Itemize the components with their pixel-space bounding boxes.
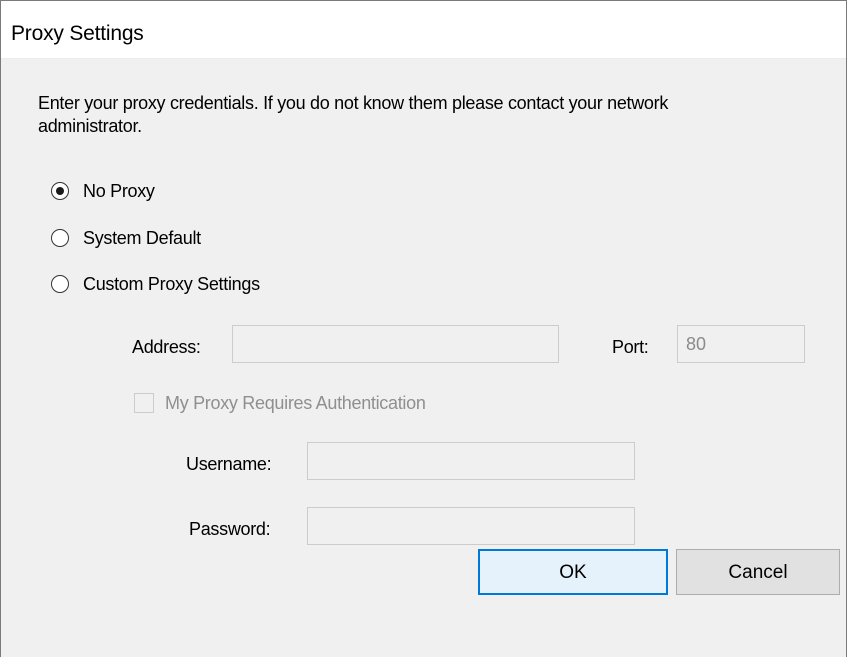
instruction-text: Enter your proxy credentials. If you do …: [38, 93, 669, 136]
radio-label-custom-proxy: Custom Proxy Settings: [83, 273, 260, 294]
radio-no-proxy[interactable]: No Proxy: [51, 178, 155, 204]
address-input[interactable]: [232, 325, 559, 363]
cancel-button[interactable]: Cancel: [676, 549, 840, 595]
dialog-title: Proxy Settings: [11, 22, 144, 45]
password-label: Password:: [189, 519, 271, 539]
auth-checkbox-row[interactable]: My Proxy Requires Authentication: [134, 390, 426, 416]
auth-checkbox-label: My Proxy Requires Authentication: [165, 392, 426, 413]
radio-button-system-default[interactable]: [51, 229, 69, 247]
password-input[interactable]: [307, 507, 635, 545]
radio-button-custom-proxy[interactable]: [51, 275, 69, 293]
radio-label-system-default: System Default: [83, 227, 201, 248]
radio-custom-proxy[interactable]: Custom Proxy Settings: [51, 271, 260, 297]
address-label: Address:: [132, 337, 201, 357]
port-input[interactable]: [677, 325, 805, 363]
radio-button-no-proxy[interactable]: [51, 182, 69, 200]
radio-label-no-proxy: No Proxy: [83, 180, 155, 201]
port-label: Port:: [612, 337, 649, 357]
auth-checkbox[interactable]: [134, 393, 154, 413]
title-bar: Proxy Settings: [1, 1, 846, 59]
username-input[interactable]: [307, 442, 635, 480]
username-label: Username:: [186, 454, 272, 474]
radio-system-default[interactable]: System Default: [51, 225, 201, 251]
ok-button[interactable]: OK: [478, 549, 668, 595]
